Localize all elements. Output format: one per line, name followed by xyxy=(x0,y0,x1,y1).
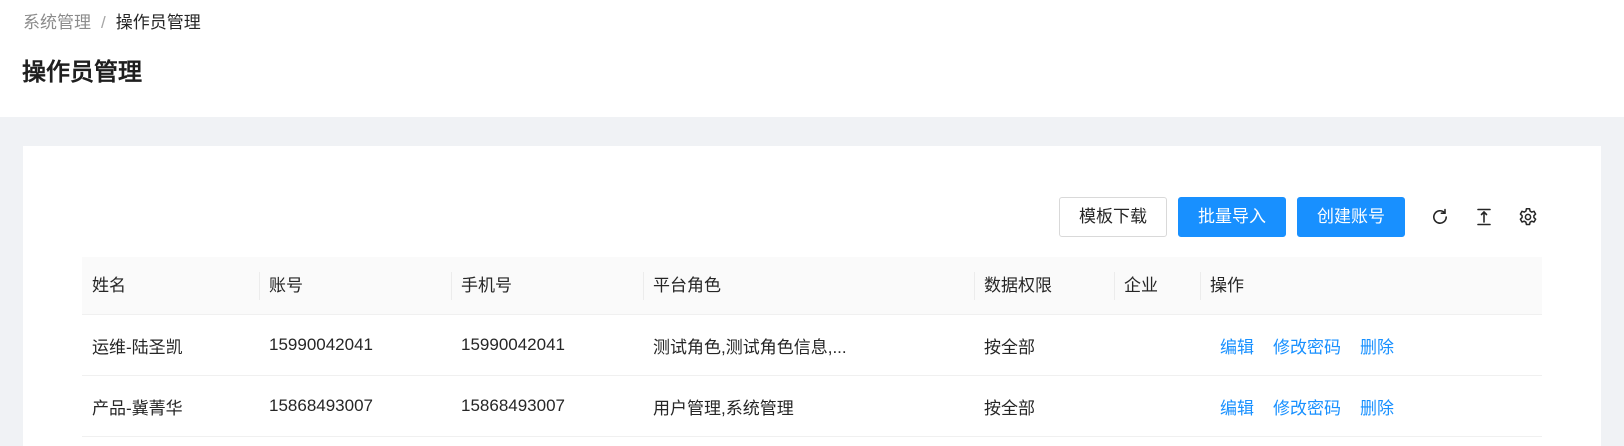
column-height-icon[interactable] xyxy=(1473,206,1495,228)
column-header-phone: 手机号 xyxy=(451,257,643,315)
cell-phone: 15868493007 xyxy=(461,396,566,415)
column-header-actions: 操作 xyxy=(1200,257,1542,315)
table-row: 产品-冀菁华 15868493007 15868493007 用户管理,系统管理… xyxy=(82,376,1542,437)
cell-actions: 编辑 修改密码 删除 xyxy=(1200,394,1542,419)
breadcrumb-item-system[interactable]: 系统管理 xyxy=(23,11,91,35)
batch-import-button[interactable]: 批量导入 xyxy=(1178,197,1286,237)
create-account-button[interactable]: 创建账号 xyxy=(1297,197,1405,237)
column-header-role: 平台角色 xyxy=(643,257,974,315)
template-download-button[interactable]: 模板下载 xyxy=(1059,197,1167,237)
breadcrumb-separator: / xyxy=(101,13,106,32)
change-password-link[interactable]: 修改密码 xyxy=(1273,394,1341,419)
reload-icon[interactable] xyxy=(1429,206,1451,228)
column-header-name: 姓名 xyxy=(92,275,126,295)
edit-link[interactable]: 编辑 xyxy=(1220,333,1254,358)
column-header-account: 账号 xyxy=(259,257,451,315)
delete-link[interactable]: 删除 xyxy=(1360,394,1394,419)
column-header-company: 企业 xyxy=(1114,257,1200,315)
cell-data-scope: 按全部 xyxy=(984,398,1035,418)
page-header: 系统管理 / 操作员管理 操作员管理 xyxy=(0,0,1624,117)
table-card: 模板下载 批量导入 创建账号 姓名 账号 手机号 平台角色 数据权限 企业 操作… xyxy=(23,146,1601,446)
cell-actions: 编辑 修改密码 删除 xyxy=(1200,333,1542,358)
table-header: 姓名 账号 手机号 平台角色 数据权限 企业 操作 xyxy=(82,257,1542,315)
table-toolbar: 模板下载 批量导入 创建账号 xyxy=(1059,197,1539,237)
cell-data-scope: 按全部 xyxy=(984,337,1035,357)
column-header-data-scope: 数据权限 xyxy=(974,257,1114,315)
table-row: 运维-陆圣凯 15990042041 15990042041 测试角色,测试角色… xyxy=(82,315,1542,376)
setting-icon[interactable] xyxy=(1517,206,1539,228)
page-title: 操作员管理 xyxy=(22,59,142,86)
operator-table: 姓名 账号 手机号 平台角色 数据权限 企业 操作 运维-陆圣凯 1599004… xyxy=(82,257,1542,437)
cell-roles: 测试角色,测试角色信息,... xyxy=(653,337,847,357)
breadcrumb-item-current: 操作员管理 xyxy=(115,13,201,32)
breadcrumb: 系统管理 / 操作员管理 xyxy=(23,11,201,35)
cell-roles: 用户管理,系统管理 xyxy=(653,398,794,418)
delete-link[interactable]: 删除 xyxy=(1360,333,1394,358)
toolbar-icons xyxy=(1429,206,1539,228)
cell-name: 产品-冀菁华 xyxy=(92,398,183,418)
cell-phone: 15990042041 xyxy=(461,335,566,354)
cell-account: 15990042041 xyxy=(269,335,374,354)
edit-link[interactable]: 编辑 xyxy=(1220,394,1254,419)
change-password-link[interactable]: 修改密码 xyxy=(1273,333,1341,358)
cell-name: 运维-陆圣凯 xyxy=(92,337,183,357)
cell-account: 15868493007 xyxy=(269,396,374,415)
